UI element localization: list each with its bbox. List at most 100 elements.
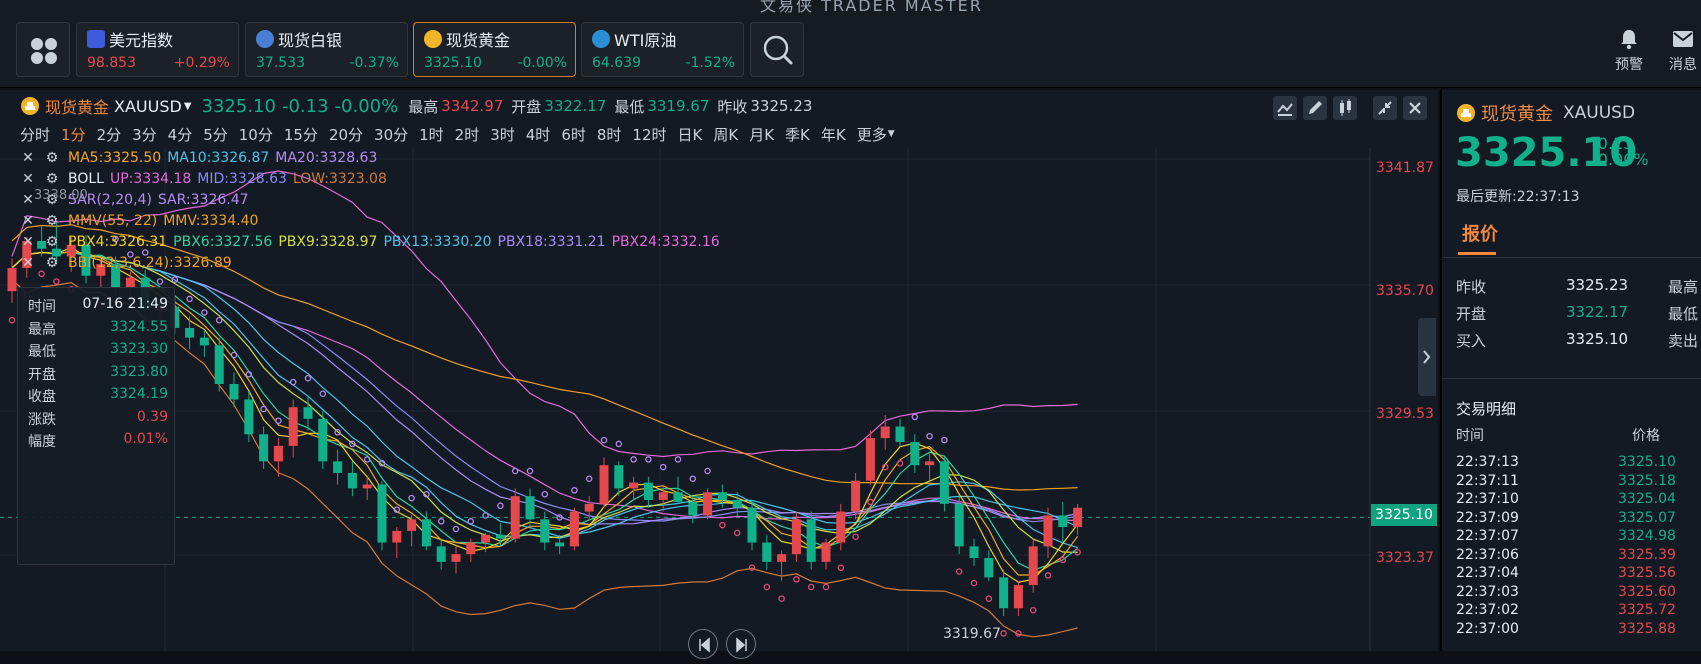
sar-dot	[275, 417, 282, 424]
tab-indicator	[1458, 252, 1496, 255]
period-tab[interactable]: 3时	[490, 124, 515, 145]
remove-indicator-icon[interactable]: ✕	[20, 234, 36, 250]
candle-body	[481, 534, 491, 543]
period-tab[interactable]: 日K	[678, 124, 703, 145]
period-tab[interactable]: 5分	[203, 124, 228, 145]
trade-time: 22:37:09	[1456, 509, 1519, 526]
sar-dot	[704, 467, 711, 475]
period-tab[interactable]: 4时	[526, 124, 551, 145]
shrink-button[interactable]	[1373, 96, 1397, 120]
ticker-label: WTI原油	[614, 31, 677, 50]
period-tab[interactable]: 10分	[239, 124, 273, 145]
low-marker-label: 3319.67	[943, 626, 1001, 642]
low-value: 3319.67	[647, 97, 710, 115]
open-label: 开盘	[511, 97, 542, 116]
remove-indicator-icon[interactable]: ✕	[20, 150, 36, 166]
tab-quote[interactable]: 报价	[1462, 220, 1498, 246]
period-tab[interactable]: 分时	[20, 124, 50, 145]
chart-tool-3[interactable]	[1333, 96, 1357, 120]
candle-body	[717, 492, 727, 500]
scroll-end-button[interactable]	[726, 629, 756, 659]
indicator-value: PBX9:3328.97	[278, 234, 378, 250]
chart-symbol[interactable]: XAUUSD	[114, 97, 182, 116]
skip-forward-icon	[736, 637, 747, 653]
period-tab[interactable]: 20分	[329, 124, 363, 145]
collapse-panel-button[interactable]	[1418, 318, 1436, 396]
period-tab[interactable]: 15分	[284, 124, 318, 145]
settings-gear-icon[interactable]: ⚙	[44, 234, 60, 250]
oil-icon	[592, 30, 610, 48]
period-tab[interactable]: 30分	[374, 124, 408, 145]
remove-indicator-icon[interactable]: ✕	[20, 171, 36, 187]
sar-dot	[837, 564, 845, 571]
tooltip-key: 收盘	[28, 389, 56, 405]
sar-dot	[985, 595, 993, 602]
chart-price: 3325.10	[201, 95, 276, 117]
alert-button[interactable]: 预警	[1606, 28, 1652, 74]
ticker-1[interactable]: 现货白银 37.533 -0.37%	[245, 22, 408, 77]
ticker-0[interactable]: 美元指数 98.853 +0.29%	[76, 22, 239, 77]
search-button[interactable]	[750, 22, 804, 77]
settings-gear-icon[interactable]: ⚙	[44, 150, 60, 166]
period-tab[interactable]: 12时	[632, 124, 666, 145]
chevron-down-icon[interactable]: ▼	[184, 101, 192, 112]
period-tab[interactable]: 季K	[785, 124, 810, 145]
settings-gear-icon[interactable]: ⚙	[44, 255, 60, 271]
sar-dot	[526, 467, 534, 475]
sar-dot	[807, 583, 815, 591]
candle-body	[229, 384, 239, 400]
grid-menu-button[interactable]	[16, 22, 70, 77]
settings-gear-icon[interactable]: ⚙	[44, 171, 60, 187]
indicator-value: MA5:3325.50	[68, 150, 162, 166]
chart-tool-1[interactable]	[1273, 96, 1297, 120]
us-flag-icon	[87, 30, 105, 48]
scroll-start-button[interactable]	[688, 629, 718, 659]
period-tab[interactable]: 月K	[749, 124, 774, 145]
tooltip-value: 07-16 21:49	[82, 296, 168, 312]
sar-dot	[585, 475, 593, 482]
ticker-label: 现货白银	[278, 31, 343, 50]
period-tab[interactable]: 年K	[821, 124, 846, 145]
side-symbol: XAUUSD	[1563, 103, 1636, 123]
period-tab[interactable]: 6时	[561, 124, 586, 145]
tooltip-value: 0.39	[136, 408, 168, 425]
trade-time: 22:37:06	[1456, 546, 1519, 563]
remove-indicator-icon[interactable]: ✕	[20, 213, 36, 229]
indicator-value: PBX18:3331.21	[497, 234, 606, 250]
period-tab[interactable]: 3分	[132, 124, 157, 145]
close-chart-button[interactable]	[1403, 96, 1427, 120]
period-tab[interactable]: 1时	[419, 124, 444, 145]
pencil-icon	[1309, 101, 1322, 114]
chart-tool-2[interactable]	[1303, 96, 1327, 120]
candle-body	[777, 554, 787, 562]
ticker-3[interactable]: WTI原油 64.639 -1.52%	[581, 22, 744, 77]
chevron-down-icon[interactable]: ▼	[888, 129, 895, 145]
period-tab[interactable]: 1分	[61, 124, 86, 145]
candle-body	[880, 426, 890, 439]
candle-body	[999, 577, 1009, 609]
divider	[1442, 378, 1701, 379]
remove-indicator-icon[interactable]: ✕	[20, 255, 36, 271]
period-tab[interactable]: 2分	[97, 124, 122, 145]
ticker-2[interactable]: 现货黄金 3325.10 -0.00%	[413, 22, 576, 77]
period-tab[interactable]: 更多	[857, 124, 887, 145]
indicator-row: ✕ ⚙ MMV(55, 22) MMV:3334.40	[20, 211, 264, 231]
message-button[interactable]: 消息	[1660, 28, 1701, 74]
sar-dot	[719, 521, 726, 529]
candle-body	[347, 472, 357, 489]
sar-dot	[733, 529, 741, 537]
candle-body	[362, 484, 372, 489]
indicator-row: ✕ ⚙ MA5:3325.50 MA10:3326.87 MA20:3328.63	[20, 148, 383, 168]
period-tab[interactable]: 8时	[597, 124, 622, 145]
period-tab[interactable]: 2时	[455, 124, 480, 145]
ticker-name: 现货黄金	[424, 27, 510, 51]
trade-price: 3324.98	[1618, 528, 1676, 544]
settings-gear-icon[interactable]: ⚙	[44, 213, 60, 229]
period-tab[interactable]: 周K	[713, 124, 738, 145]
period-tab[interactable]: 4分	[168, 124, 193, 145]
quote-side-panel: 现货黄金 XAUUSD 3325.10 -0.13 -0.00% 最后更新:22…	[1440, 90, 1701, 651]
candle-body	[673, 492, 683, 502]
window-tools	[1373, 96, 1427, 120]
sar-dot	[645, 456, 652, 463]
candle-body	[984, 558, 994, 578]
